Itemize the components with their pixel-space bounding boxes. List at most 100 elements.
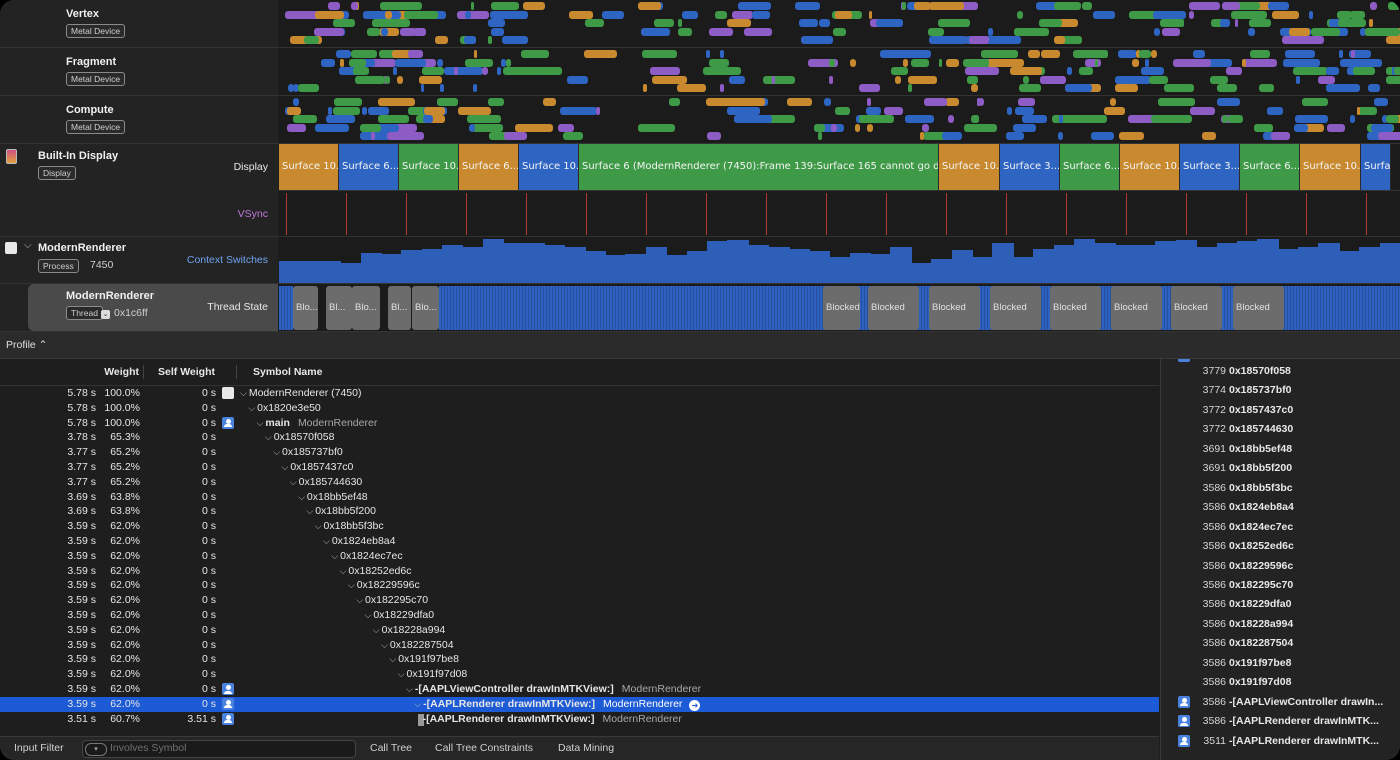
gpu-encoder-event[interactable] [1216, 84, 1238, 92]
gpu-encoder-event[interactable] [563, 132, 583, 140]
disclosure-chevron-icon[interactable]: ⌵ [24, 240, 32, 251]
gpu-encoder-event[interactable] [352, 67, 370, 75]
gpu-encoder-event[interactable] [396, 75, 403, 84]
disclosure-chevron-icon[interactable]: ⌵ [414, 699, 421, 709]
track-thread[interactable]: ModernRenderer Thread ⌄ 0x1c6ff Thread S… [0, 284, 278, 332]
disclosure-chevron-icon[interactable]: ⌵ [248, 403, 255, 413]
gpu-encoder-event[interactable] [1018, 98, 1036, 106]
gpu-encoder-event[interactable] [1317, 75, 1336, 84]
gpu-encoder-event[interactable] [1249, 19, 1271, 27]
gpu-encoder-event[interactable] [387, 132, 424, 140]
stack-frame-row[interactable]: 3586 0x182287504 [1161, 634, 1400, 653]
gpu-encoder-event[interactable] [466, 115, 489, 123]
gpu-encoder-event[interactable] [866, 98, 872, 106]
gpu-encoder-event[interactable] [945, 58, 960, 67]
gpu-encoder-event[interactable] [907, 84, 912, 92]
gpu-encoder-event[interactable] [1159, 19, 1183, 27]
gpu-encoder-event[interactable] [650, 67, 680, 75]
call-tree-row[interactable]: 5.78 s 100.0% 0 s ⌵ main ModernRenderer [0, 416, 1159, 431]
gpu-encoder-event[interactable] [1369, 2, 1377, 10]
thread-menu-chevron-icon[interactable]: ⌄ [101, 310, 110, 319]
stack-frame-row[interactable]: 3772 0x1857437c0 [1161, 401, 1400, 420]
gpu-encoder-event[interactable] [385, 10, 392, 19]
gpu-encoder-event[interactable] [884, 106, 904, 115]
gpu-encoder-event[interactable] [1013, 36, 1021, 44]
display-surface-interval[interactable]: Surface 3... [1180, 144, 1240, 190]
gpu-encoder-event[interactable] [1157, 98, 1196, 106]
disclosure-chevron-icon[interactable]: ⌵ [290, 477, 297, 487]
gpu-encoder-event[interactable] [463, 36, 477, 44]
gpu-encoder-event[interactable] [1084, 84, 1089, 92]
gpu-encoder-event[interactable] [1190, 106, 1216, 115]
gpu-encoder-event[interactable] [928, 36, 966, 44]
gpu-encoder-event[interactable] [297, 84, 320, 92]
gpu-encoder-event[interactable] [637, 123, 675, 132]
gpu-encoder-event[interactable] [336, 115, 343, 123]
gpu-encoder-event[interactable] [1012, 123, 1037, 132]
display-surfaces-lane[interactable]: Surface 10...Surface 6...Surface 10...Su… [279, 144, 1400, 191]
disclosure-chevron-icon[interactable]: ⌵ [381, 640, 388, 650]
gpu-encoder-event[interactable] [334, 98, 363, 106]
gpu-encoder-event[interactable] [703, 67, 742, 75]
gpu-encoder-event[interactable] [328, 106, 332, 115]
gpu-encoder-event[interactable] [1310, 27, 1341, 36]
gpu-encoder-event[interactable] [1367, 84, 1380, 92]
disclosure-chevron-icon[interactable]: ⌵ [348, 580, 355, 590]
display-surface-interval[interactable]: Surface 10... [399, 144, 459, 190]
gpu-encoder-event[interactable] [801, 36, 833, 44]
gpu-encoder-event[interactable] [988, 27, 993, 36]
disclosure-chevron-icon[interactable]: ⌵ [282, 462, 289, 472]
gpu-encoder-event[interactable] [363, 10, 401, 19]
gpu-encoder-event[interactable] [435, 36, 448, 44]
gpu-encoder-event[interactable] [1281, 36, 1317, 44]
gpu-encoder-event[interactable] [1053, 36, 1065, 44]
filter-options-icon[interactable]: ▾ [85, 743, 107, 756]
gpu-encoder-event[interactable] [818, 19, 830, 27]
gpu-encoder-event[interactable] [1267, 2, 1289, 10]
gpu-encoder-event[interactable] [794, 2, 820, 10]
gpu-encoder-event[interactable] [456, 67, 483, 75]
stack-frame-row[interactable]: 3779 0x18570f058 [1161, 362, 1400, 381]
gpu-encoder-event[interactable] [986, 58, 1024, 67]
call-tree-row[interactable]: 3.59 s 62.0% 0 s ⌵ 0x18bb5f3bc [0, 519, 1159, 534]
gpu-encoder-event[interactable] [736, 98, 766, 106]
gpu-encoder-event[interactable] [583, 50, 618, 58]
gpu-encoder-event[interactable] [1151, 50, 1157, 58]
gpu-encoder-event[interactable] [292, 98, 299, 106]
gpu-encoder-event[interactable] [1327, 123, 1345, 132]
gpu-encoder-event[interactable] [470, 2, 474, 10]
call-tree-row[interactable]: 3.69 s 63.8% 0 s ⌵ 0x18bb5f200 [0, 504, 1159, 519]
gpu-encoder-event[interactable] [732, 10, 754, 19]
gpu-encoder-event[interactable] [464, 58, 494, 67]
stack-frame-row[interactable]: 3772 0x185744630 [1161, 420, 1400, 439]
gpu-encoder-event[interactable] [1284, 50, 1316, 58]
call-tree-row[interactable]: 3.77 s 65.2% 0 s ⌵ 0x1857437c0 [0, 460, 1159, 475]
gpu-encoder-event[interactable] [348, 58, 367, 67]
gpu-encoder-event[interactable] [1023, 75, 1030, 84]
gpu-encoder-event[interactable] [1066, 67, 1072, 75]
call-tree-row[interactable]: 3.78 s 65.3% 0 s ⌵ 0x18570f058 [0, 430, 1159, 445]
gpu-encoder-event[interactable] [1189, 10, 1195, 19]
gpu-encoder-event[interactable] [1193, 50, 1206, 58]
stack-frame-row[interactable]: 3774 0x185737bf0 [1161, 381, 1400, 400]
gpu-encoder-event[interactable] [1022, 115, 1047, 123]
gpu-encoder-event[interactable] [585, 19, 604, 27]
gpu-encoder-event[interactable] [490, 2, 520, 10]
gpu-encoder-event[interactable] [370, 132, 375, 140]
thread-blocked-interval[interactable]: Blocked [823, 286, 860, 330]
disclosure-chevron-icon[interactable]: ⌵ [257, 418, 264, 428]
gpu-encoder-event[interactable] [1250, 50, 1270, 58]
gpu-encoder-event[interactable] [473, 84, 477, 92]
display-surface-interval[interactable]: Surface 6 (ModernRenderer (7450):Frame 1… [579, 144, 939, 190]
gpu-encoder-event[interactable] [304, 36, 319, 44]
gpu-encoder-event[interactable] [315, 10, 345, 19]
gpu-encoder-event[interactable] [381, 27, 388, 36]
tab-call-tree-constraints[interactable]: Call Tree Constraints [435, 742, 533, 754]
display-surface-interval[interactable]: Surface 6... [1060, 144, 1120, 190]
track-process[interactable]: ⌵ ModernRenderer Process 7450 Context Sw… [0, 237, 278, 284]
stack-frame-row[interactable]: 3586 0x191f97be8 [1161, 654, 1400, 673]
gpu-encoder-event[interactable] [487, 98, 504, 106]
gpu-encoder-event[interactable] [1353, 67, 1375, 75]
gpu-encoder-event[interactable] [1154, 27, 1160, 36]
gpu-encoder-event[interactable] [1365, 27, 1400, 36]
